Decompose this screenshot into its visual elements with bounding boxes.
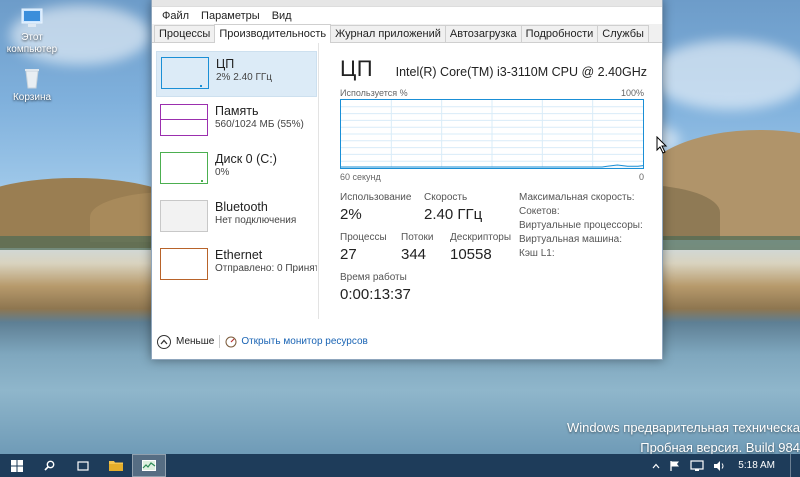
tab-startup[interactable]: Автозагрузка <box>444 25 522 42</box>
resource-bluetooth[interactable]: Bluetooth Нет подключения <box>156 195 317 241</box>
network-icon[interactable] <box>690 459 704 472</box>
processes-label: Процессы <box>340 232 387 243</box>
resource-sub: 560/1024 МБ (55%) <box>215 119 304 130</box>
virtual-processors-label: Виртуальные процессоры: <box>519 220 643 231</box>
resource-sub: 2% 2.40 ГГц <box>216 72 273 83</box>
resource-sub: Нет подключения <box>215 215 297 226</box>
tab-processes[interactable]: Процессы <box>154 25 216 42</box>
usage-value: 2% <box>340 206 362 223</box>
handles-value: 10558 <box>450 246 492 263</box>
search-icon <box>44 460 55 471</box>
speed-value: 2.40 ГГц <box>424 206 483 223</box>
menu-view[interactable]: Вид <box>266 10 298 22</box>
uptime-label: Время работы <box>340 272 407 283</box>
speed-label: Скорость <box>424 192 468 203</box>
computer-icon <box>19 6 45 30</box>
virtual-machine-label: Виртуальная машина: <box>519 234 622 245</box>
open-resource-monitor-link[interactable]: Открыть монитор ресурсов <box>241 336 368 347</box>
tab-performance[interactable]: Производительность <box>214 24 332 43</box>
resource-name: Ethernet <box>215 248 263 262</box>
folder-icon <box>108 461 123 471</box>
start-button[interactable] <box>0 454 33 477</box>
cpu-usage-graph <box>340 99 644 169</box>
desktop-icon-label: Этот компьютер <box>6 32 58 55</box>
chevron-up-icon <box>160 339 168 344</box>
sockets-label: Сокетов: <box>519 206 560 217</box>
resource-name: ЦП <box>216 57 235 71</box>
resource-sub: Отправлено: 0 Принят <box>215 263 317 274</box>
recycle-bin-icon <box>19 66 45 90</box>
resource-monitor-icon <box>225 336 237 347</box>
graph-label-time: 60 секунд <box>340 172 381 182</box>
graph-label-usage: Используется % <box>340 88 408 98</box>
cpu-model-name: Intel(R) Core(TM) i3-3110M CPU @ 2.40GHz <box>395 65 647 79</box>
chevron-up-icon[interactable] <box>652 463 660 469</box>
task-manager-window: Файл Параметры Вид Процессы Производител… <box>151 0 663 360</box>
l1-cache-label: Кэш L1: <box>519 248 555 259</box>
file-explorer-button[interactable] <box>99 454 132 477</box>
task-manager-taskbar-button[interactable] <box>132 454 166 477</box>
search-button[interactable] <box>33 454 66 477</box>
volume-icon[interactable] <box>713 460 725 472</box>
footer-separator <box>219 335 221 348</box>
title-bar[interactable] <box>152 0 662 7</box>
cpu-detail-pane: ЦП Intel(R) Core(TM) i3-3110M CPU @ 2.40… <box>340 43 652 319</box>
handles-label: Дескрипторы <box>450 232 512 243</box>
disk-thumbnail <box>160 152 208 184</box>
clock[interactable]: 5:18 AM <box>738 460 775 471</box>
show-desktop-button[interactable] <box>790 454 794 477</box>
menu-options[interactable]: Параметры <box>195 10 266 22</box>
resource-ethernet[interactable]: Ethernet Отправлено: 0 Принят <box>156 243 317 289</box>
fewer-details-label[interactable]: Меньше <box>176 336 214 347</box>
desktop-icon-recycle-bin[interactable]: Корзина <box>2 66 62 104</box>
resource-memory[interactable]: Память 560/1024 МБ (55%) <box>156 99 317 145</box>
resource-disk[interactable]: Диск 0 (C:) 0% <box>156 147 317 193</box>
graph-grid <box>341 100 643 168</box>
windows-logo-icon <box>10 459 23 472</box>
menu-bar: Файл Параметры Вид <box>152 7 662 24</box>
memory-thumbnail <box>160 104 208 136</box>
task-view-button[interactable] <box>66 454 99 477</box>
window-footer: Меньше Открыть монитор ресурсов <box>152 329 662 354</box>
max-speed-label: Максимальная скорость: <box>519 192 635 203</box>
tab-details[interactable]: Подробности <box>520 25 599 42</box>
fewer-details-button[interactable] <box>157 334 171 349</box>
menu-file[interactable]: Файл <box>156 10 195 22</box>
resource-sub: 0% <box>215 167 230 178</box>
resource-cpu[interactable]: ЦП 2% 2.40 ГГц <box>156 51 317 97</box>
taskbar: 5:18 AM <box>0 454 800 477</box>
tab-strip: Процессы Производительность Журнал прило… <box>152 24 662 43</box>
watermark-line-1: Windows предварительная техническа <box>566 420 800 435</box>
processes-value: 27 <box>340 246 357 263</box>
threads-value: 344 <box>401 246 427 263</box>
detail-title: ЦП <box>340 56 374 81</box>
tab-app-history[interactable]: Журнал приложений <box>330 25 446 42</box>
system-tray: 5:18 AM <box>652 454 800 477</box>
graph-label-max: 100% <box>620 88 644 98</box>
ethernet-thumbnail <box>160 248 208 280</box>
tab-services[interactable]: Службы <box>597 25 649 42</box>
resource-name: Диск 0 (C:) <box>215 152 277 166</box>
action-center-flag-icon[interactable] <box>669 460 681 472</box>
uptime-value: 0:00:13:37 <box>340 286 411 303</box>
resource-name: Память <box>215 104 259 118</box>
bluetooth-thumbnail <box>160 200 208 232</box>
desktop-icon-label: Корзина <box>12 92 52 103</box>
resource-name: Bluetooth <box>215 200 268 214</box>
performance-content: ЦП 2% 2.40 ГГц Память 560/1024 МБ (55%) <box>152 43 662 319</box>
cpu-thumbnail <box>161 57 209 89</box>
task-manager-icon <box>142 460 156 471</box>
threads-label: Потоки <box>401 232 434 243</box>
cpu-usage-chart <box>341 100 644 168</box>
graph-label-zero: 0 <box>638 172 644 182</box>
windows-watermark: Windows предварительная техническа Пробн… <box>567 418 800 454</box>
task-view-icon <box>76 460 89 471</box>
desktop-icon-this-pc[interactable]: Этот компьютер <box>2 6 62 56</box>
usage-label: Использование <box>340 192 412 203</box>
resource-list: ЦП 2% 2.40 ГГц Память 560/1024 МБ (55%) <box>152 43 319 319</box>
watermark-line-2: Пробная версия. Build 984 <box>640 440 800 454</box>
